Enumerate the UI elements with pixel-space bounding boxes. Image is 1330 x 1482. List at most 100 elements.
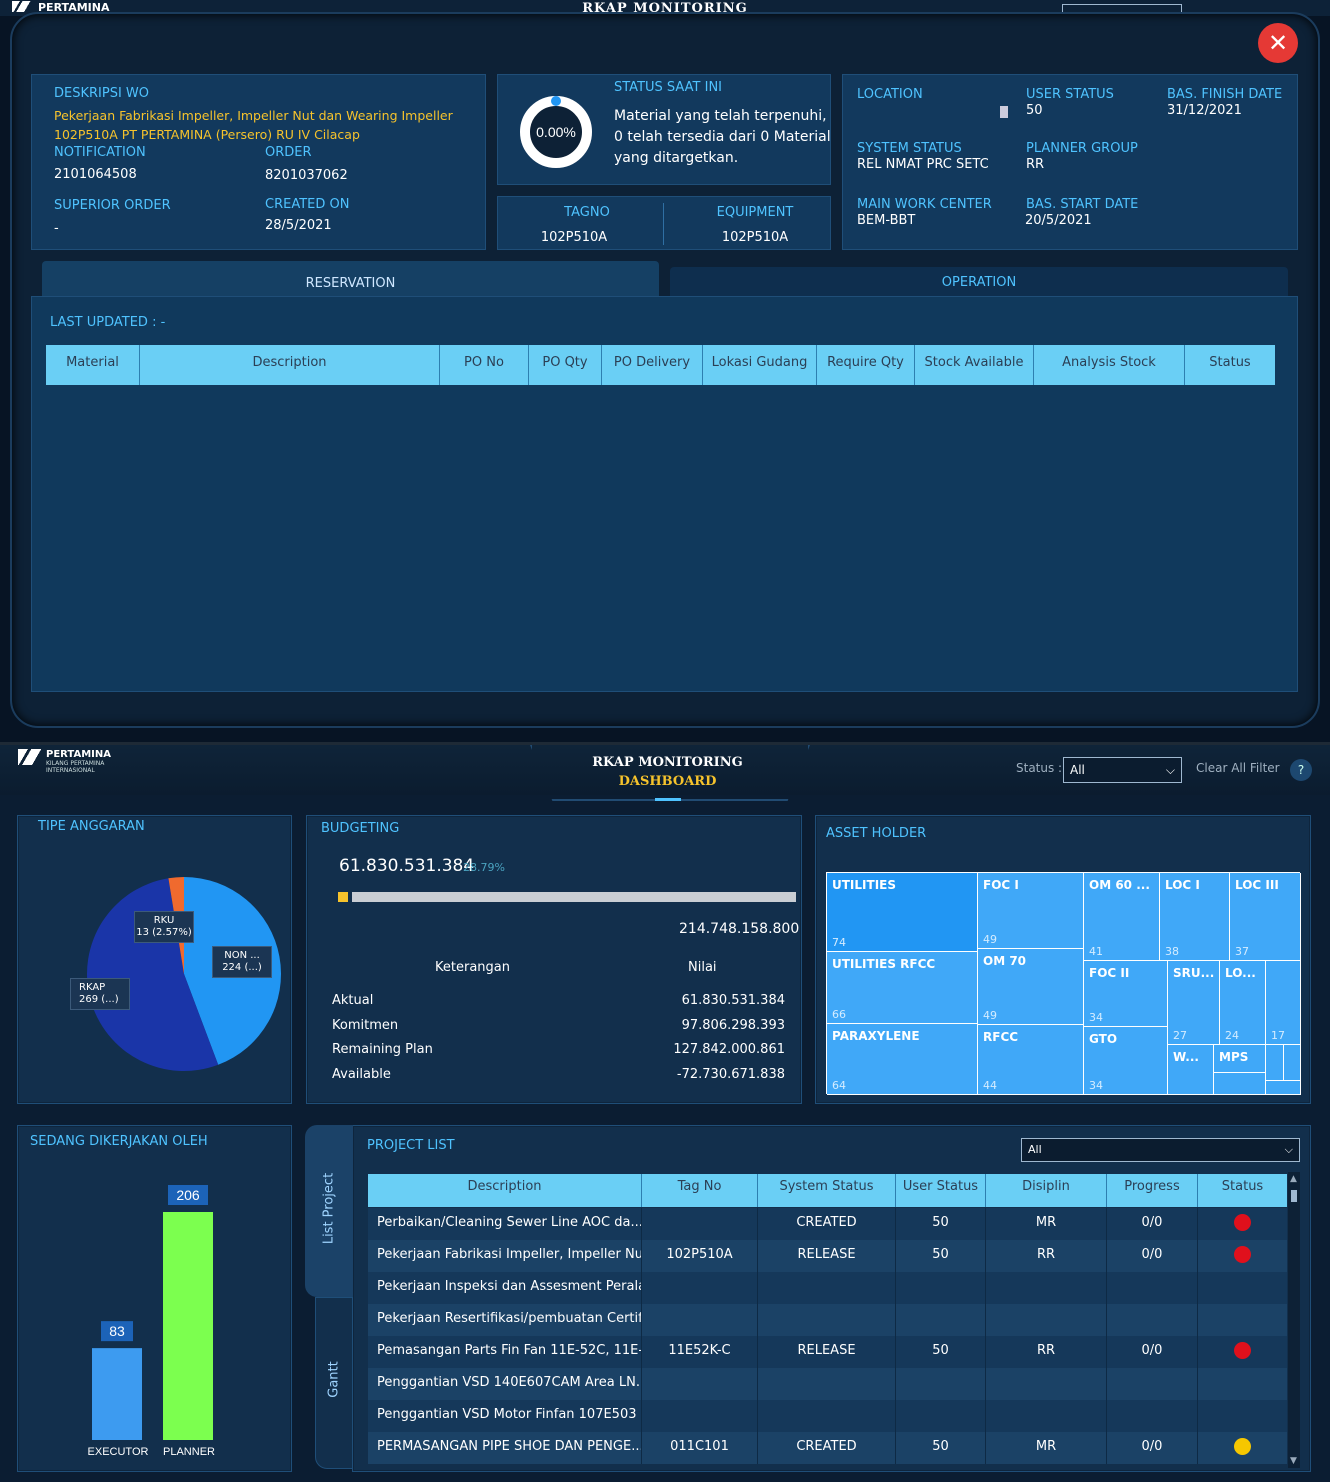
col-lokasi-gudang[interactable]: Lokasi Gudang [703,345,817,385]
treemap-cell-loc-i[interactable]: LOC I 38 [1160,873,1230,961]
treemap-cell-lo[interactable]: LO... 24 [1220,961,1266,1045]
table-row[interactable]: Pekerjaan Fabrikasi Impeller, Impeller N… [368,1240,1287,1272]
status-dot-icon [1234,1438,1251,1455]
project-filter-select[interactable]: All ⌵ [1021,1138,1300,1162]
row-disiplin [986,1400,1107,1432]
status-dot-icon [1234,1214,1251,1231]
budget-row-remaining-value: 127.842.000.861 [673,1042,785,1057]
treemap-cell-count: 38 [1165,945,1179,958]
treemap-cell-loc-iii[interactable]: LOC III 37 [1230,873,1301,961]
col-po-qty[interactable]: PO Qty [529,345,602,385]
status-dot-icon [1234,1246,1251,1263]
treemap-cell-tiny-3[interactable] [1284,1045,1301,1081]
table-row[interactable]: Penggantian VSD Motor Finfan 107E503 ... [368,1400,1287,1432]
treemap-cell-gto[interactable]: GTO 34 [1084,1027,1168,1095]
finish-date-label: BAS. FINISH DATE [1167,87,1283,102]
table-row[interactable]: PERMASANGAN PIPE SHOE DAN PENGE... 011C10… [368,1432,1287,1464]
treemap-cell-count: 49 [983,933,997,946]
close-button[interactable]: ✕ [1258,23,1298,63]
col-system-status[interactable]: System Status [758,1174,896,1207]
budgeting-card: BUDGETING 61.830.531.384 28.79% 214.748.… [306,815,802,1104]
treemap-cell-foc-ii[interactable]: FOC II 34 [1084,961,1168,1027]
bar-planner[interactable] [163,1212,213,1440]
tab-list-project[interactable]: List Project [305,1125,353,1297]
treemap-cell-paraxylene[interactable]: PARAXYLENE 64 [827,1024,978,1095]
treemap-cell-count: 37 [1235,945,1249,958]
superior-order-value: - [54,221,59,236]
created-on-value: 28/5/2021 [265,218,332,233]
treemap-cell-small[interactable]: 17 [1266,961,1301,1045]
project-list-title: PROJECT LIST [367,1138,455,1153]
treemap-cell-rfcc[interactable]: RFCC 44 [978,1025,1084,1095]
status-panel: 0.00% STATUS SAAT INI Material yang tela… [497,74,831,185]
treemap-cell-w[interactable]: W... [1168,1045,1214,1095]
col-tag-no[interactable]: Tag No [642,1174,758,1207]
page-title-main: RKAP MONITORING [592,755,743,770]
dashboard: PERTAMINA KILANG PERTAMINA INTERNASIONAL R… [0,742,1330,1482]
col-analysis-stock[interactable]: Analysis Stock [1034,345,1185,385]
bar-executor[interactable] [92,1348,142,1440]
row-tag-no [642,1208,758,1240]
treemap-cell-sru[interactable]: SRU... 27 [1168,961,1220,1045]
col-stock-available[interactable]: Stock Available [915,345,1034,385]
treemap-cell-om-70[interactable]: OM 70 49 [978,949,1084,1025]
treemap-cell-count: 34 [1089,1079,1103,1092]
pie-label-non-name: NON ... [224,950,260,961]
tipe-anggaran-card: TIPE ANGGARAN RKU 13 (2.57%) NON ... 224 (… [17,815,292,1104]
treemap-cell-foc-i[interactable]: FOC I 49 [978,873,1084,949]
col-description[interactable]: Description [368,1174,642,1207]
table-row[interactable]: Pekerjaan Inspeksi dan Assesment Perala.… [368,1272,1287,1304]
table-row[interactable]: Pemasangan Parts Fin Fan 11E-52C, 11E-..… [368,1336,1287,1368]
treemap-cell-name: GTO [1089,1032,1118,1046]
tab-gantt[interactable]: Gantt [315,1297,353,1469]
clear-all-filter-button[interactable]: Clear All Filter [1196,761,1280,775]
order-label: ORDER [265,145,312,160]
col-require-qty[interactable]: Require Qty [817,345,915,385]
sedang-dikerjakan-card: SEDANG DIKERJAKAN OLEH 83 206 EXECUTOR P… [17,1125,292,1472]
treemap-cell-tiny-1[interactable] [1214,1073,1266,1095]
help-button[interactable]: ? [1290,759,1312,781]
row-tag-no: 11E52K-C [642,1336,758,1368]
col-description[interactable]: Description [140,345,440,385]
status-text-line3: yang ditargetkan. [614,150,739,166]
title-underline [655,798,681,801]
treemap-cell-mps[interactable]: MPS [1214,1045,1266,1073]
col-progress[interactable]: Progress [1107,1174,1198,1207]
col-po-delivery[interactable]: PO Delivery [602,345,703,385]
col-disiplin[interactable]: Disiplin [986,1174,1107,1207]
col-status[interactable]: Status [1185,345,1275,385]
treemap-cell-count: 24 [1225,1029,1239,1042]
table-row[interactable]: Pekerjaan Resertifikasi/pembuatan Certif… [368,1304,1287,1336]
row-progress: 0/0 [1107,1208,1198,1240]
wo-desc-line2: 102P510A PT PERTAMINA (Persero) RU IV Ci… [54,127,360,142]
col-material[interactable]: Material [46,345,140,385]
scrollbar-thumb[interactable] [1291,1190,1297,1202]
treemap-cell-utilities-rfcc[interactable]: UTILITIES RFCC 66 [827,952,978,1024]
tab-reservation[interactable]: RESERVATION [42,261,659,297]
table-row[interactable]: Penggantian VSD 140E607CAM Area LN... [368,1368,1287,1400]
scroll-up-icon[interactable]: ▲ [1290,1174,1297,1184]
treemap-cell-name: W... [1173,1050,1199,1064]
col-user-status[interactable]: User Status [896,1174,986,1207]
col-status[interactable]: Status [1198,1174,1287,1207]
treemap-cell-tiny-4[interactable] [1266,1081,1301,1095]
row-tag-no [642,1400,758,1432]
treemap-cell-count: 17 [1271,1029,1285,1042]
scroll-down-icon[interactable]: ▼ [1290,1456,1297,1466]
treemap-cell-om-60[interactable]: OM 60 ... 41 [1084,873,1160,961]
row-progress [1107,1368,1198,1400]
treemap-cell-utilities[interactable]: UTILITIES 74 [827,873,978,952]
logo-sub1: KILANG PERTAMINA [46,760,105,767]
page-title-sub: DASHBOARD [618,774,717,789]
row-progress [1107,1400,1198,1432]
table-row[interactable]: Perbaikan/Cleaning Sewer Line AOC da... C… [368,1208,1287,1240]
treemap-cell-tiny-2[interactable] [1266,1045,1284,1081]
status-filter-select[interactable]: All ⌵ [1063,757,1182,783]
project-list-scrollbar[interactable]: ▲ ▼ [1288,1172,1300,1468]
tab-operation[interactable]: OPERATION [670,267,1288,297]
order-info-panel: LOCATION USER STATUS 50 BAS. FINISH DATE… [842,74,1298,250]
col-po-no[interactable]: PO No [440,345,529,385]
budget-row-aktual-label: Aktual [332,993,374,1008]
row-progress [1107,1272,1198,1304]
notification-label: NOTIFICATION [54,145,146,160]
